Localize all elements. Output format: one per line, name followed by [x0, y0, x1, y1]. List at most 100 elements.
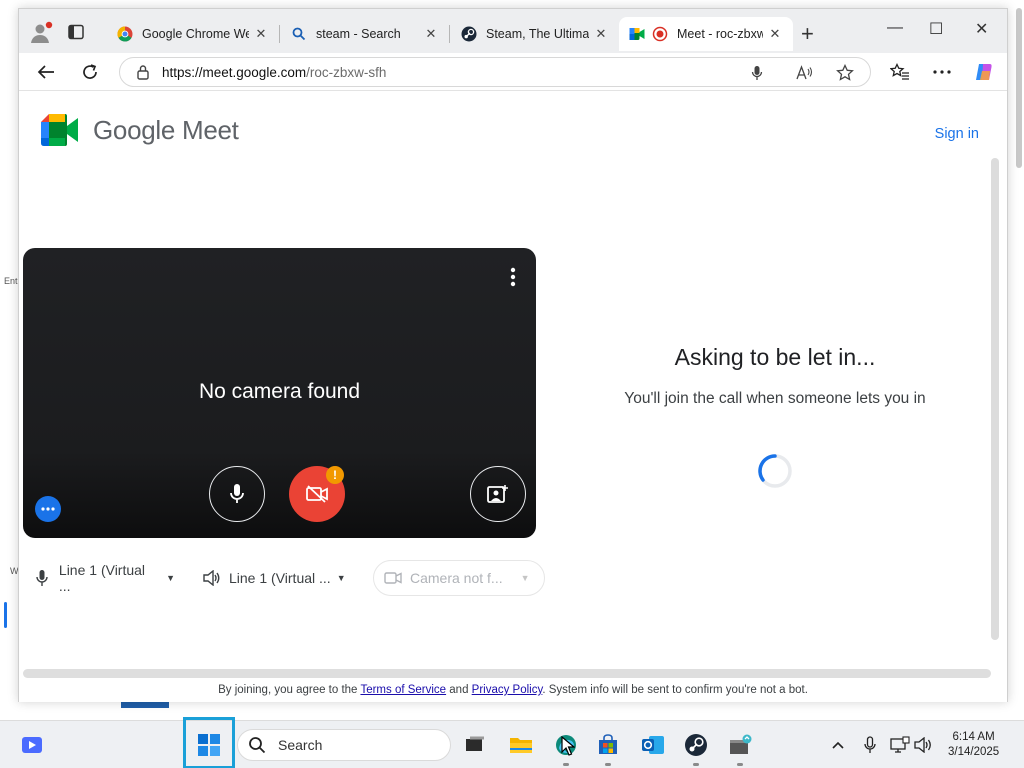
waiting-title: Asking to be let in...	[674, 344, 876, 370]
taskbar-app-other[interactable]	[724, 729, 756, 766]
desktop-blue-strip	[121, 702, 169, 708]
close-window-button[interactable]: ✕	[975, 19, 988, 39]
favorite-star-icon[interactable]	[836, 64, 854, 82]
speaker-select-value: Line 1 (Virtual ...	[229, 570, 331, 586]
page-horizontal-scrollbar[interactable]	[23, 669, 991, 678]
no-camera-message: No camera found	[198, 380, 361, 403]
desktop-accent-bar	[4, 602, 7, 628]
outlook-icon	[642, 736, 664, 754]
copilot-button[interactable]	[973, 61, 995, 83]
microsoft-store-button[interactable]	[592, 729, 624, 766]
desktop-scrollbar[interactable]	[1016, 8, 1022, 168]
speaker-icon	[914, 737, 931, 753]
task-view-button[interactable]	[458, 729, 490, 761]
legal-notice: By joining, you agree to the Terms of Se…	[19, 684, 1007, 696]
google-meet-logo[interactable]: Google Meet	[41, 114, 239, 146]
refresh-button[interactable]	[79, 61, 101, 83]
microphone-select-value: Line 1 (Virtual ...	[58, 562, 146, 594]
copilot-icon	[976, 64, 992, 80]
tab-title: Steam, The Ultimate	[486, 27, 589, 41]
tab-google-meet[interactable]: Meet - roc-zbxw- ✕	[619, 17, 793, 51]
favorites-icon	[890, 63, 909, 80]
volume-tray-button[interactable]	[914, 735, 934, 755]
back-button[interactable]	[35, 61, 57, 83]
microphone-icon	[230, 484, 244, 503]
url-path: /roc-zbxw-sfh	[306, 64, 387, 80]
video-app-icon	[22, 737, 42, 753]
visual-effects-button[interactable]	[470, 466, 526, 522]
tab-steam-store[interactable]: Steam, The Ultimate ✕	[451, 17, 619, 51]
chrome-icon	[117, 26, 133, 42]
tab-actions-icon[interactable]	[67, 23, 85, 41]
terms-of-service-link[interactable]: Terms of Service	[360, 684, 446, 696]
speaker-select[interactable]: Line 1 (Virtual ... ▼	[199, 560, 359, 596]
steam-button[interactable]	[680, 729, 712, 766]
search-icon	[248, 736, 266, 754]
privacy-policy-link[interactable]: Privacy Policy	[472, 684, 543, 696]
profile-icon[interactable]	[29, 21, 53, 45]
start-button[interactable]	[193, 729, 225, 761]
tab-title: Meet - roc-zbxw-	[677, 27, 763, 41]
tab-chrome-web-store[interactable]: Google Chrome Web ✕	[107, 17, 279, 51]
steam-icon	[461, 26, 477, 42]
chevron-down-icon: ▼	[166, 573, 175, 583]
favorites-button[interactable]	[889, 61, 911, 83]
page-vertical-scrollbar[interactable]	[991, 158, 999, 640]
outlook-button[interactable]	[637, 729, 669, 761]
tab-steam-search[interactable]: steam - Search ✕	[281, 17, 449, 51]
read-aloud-icon[interactable]	[796, 64, 814, 82]
microphone-select[interactable]: Line 1 (Virtual ... ▼	[29, 560, 179, 596]
minimize-button[interactable]: —	[887, 19, 903, 37]
more-effects-button[interactable]	[35, 496, 61, 522]
camera-warning-badge[interactable]: !	[326, 466, 344, 484]
show-hidden-icons-button[interactable]	[828, 735, 848, 755]
brand-name: Google Meet	[93, 114, 239, 145]
search-icon	[291, 26, 307, 42]
microphone-icon	[864, 736, 876, 753]
tab-close-button[interactable]: ✕	[593, 26, 609, 42]
recording-icon	[652, 26, 668, 42]
more-horizontal-icon	[933, 70, 951, 74]
task-view-icon	[466, 736, 484, 751]
running-indicator	[563, 763, 569, 766]
maximize-button[interactable]: ☐	[929, 19, 943, 39]
camera-select[interactable]: Camera not f... ▼	[373, 560, 545, 596]
sign-in-link[interactable]: Sign in	[935, 126, 979, 142]
clock-time: 6:14 AM	[952, 731, 995, 743]
running-indicator	[693, 763, 699, 766]
taskbar-app-video[interactable]	[16, 729, 48, 761]
tab-close-button[interactable]: ✕	[423, 26, 439, 42]
network-tray-button[interactable]	[890, 735, 910, 755]
taskbar-search-box[interactable]: Search	[237, 729, 451, 761]
taskbar-clock[interactable]: 6:14 AM 3/14/2025	[948, 730, 999, 760]
waiting-subtitle: You'll join the call when someone lets y…	[624, 390, 926, 407]
waiting-panel: Asking to be let in... You'll join the c…	[579, 344, 971, 411]
desktop-text-fragment: Ent	[4, 276, 18, 286]
taskbar: Search 6:14 AM 3/14/2025	[0, 717, 1024, 768]
microphone-tray-button[interactable]	[860, 735, 880, 755]
new-tab-button[interactable]: +	[801, 21, 814, 47]
camera-select-value: Camera not f...	[410, 570, 503, 586]
browser-window: Google Chrome Web ✕ steam - Search ✕ Ste…	[18, 8, 1008, 702]
file-explorer-button[interactable]	[505, 729, 537, 761]
microphone-icon	[33, 569, 51, 587]
chevron-down-icon: ▼	[336, 573, 346, 583]
windows-icon	[198, 734, 220, 756]
microphone-icon[interactable]	[748, 64, 766, 82]
tab-close-button[interactable]: ✕	[253, 26, 269, 42]
meet-icon	[629, 26, 645, 42]
more-options-icon[interactable]	[508, 266, 518, 288]
tab-separator	[449, 25, 450, 43]
meet-logo-icon	[41, 114, 78, 146]
address-bar[interactable]: https://meet.google.com/roc-zbxw-sfh	[119, 57, 871, 87]
tab-close-button[interactable]: ✕	[767, 26, 783, 42]
lock-icon[interactable]	[136, 64, 150, 80]
legal-suffix: . System info will be sent to confirm yo…	[542, 684, 808, 696]
microphone-toggle-button[interactable]	[209, 466, 265, 522]
running-indicator	[737, 763, 743, 766]
settings-more-button[interactable]	[931, 61, 953, 83]
steam-icon	[685, 734, 707, 756]
clock-date: 3/14/2025	[948, 746, 1000, 758]
tab-strip: Google Chrome Web ✕ steam - Search ✕ Ste…	[19, 9, 1007, 53]
back-arrow-icon	[37, 65, 54, 79]
